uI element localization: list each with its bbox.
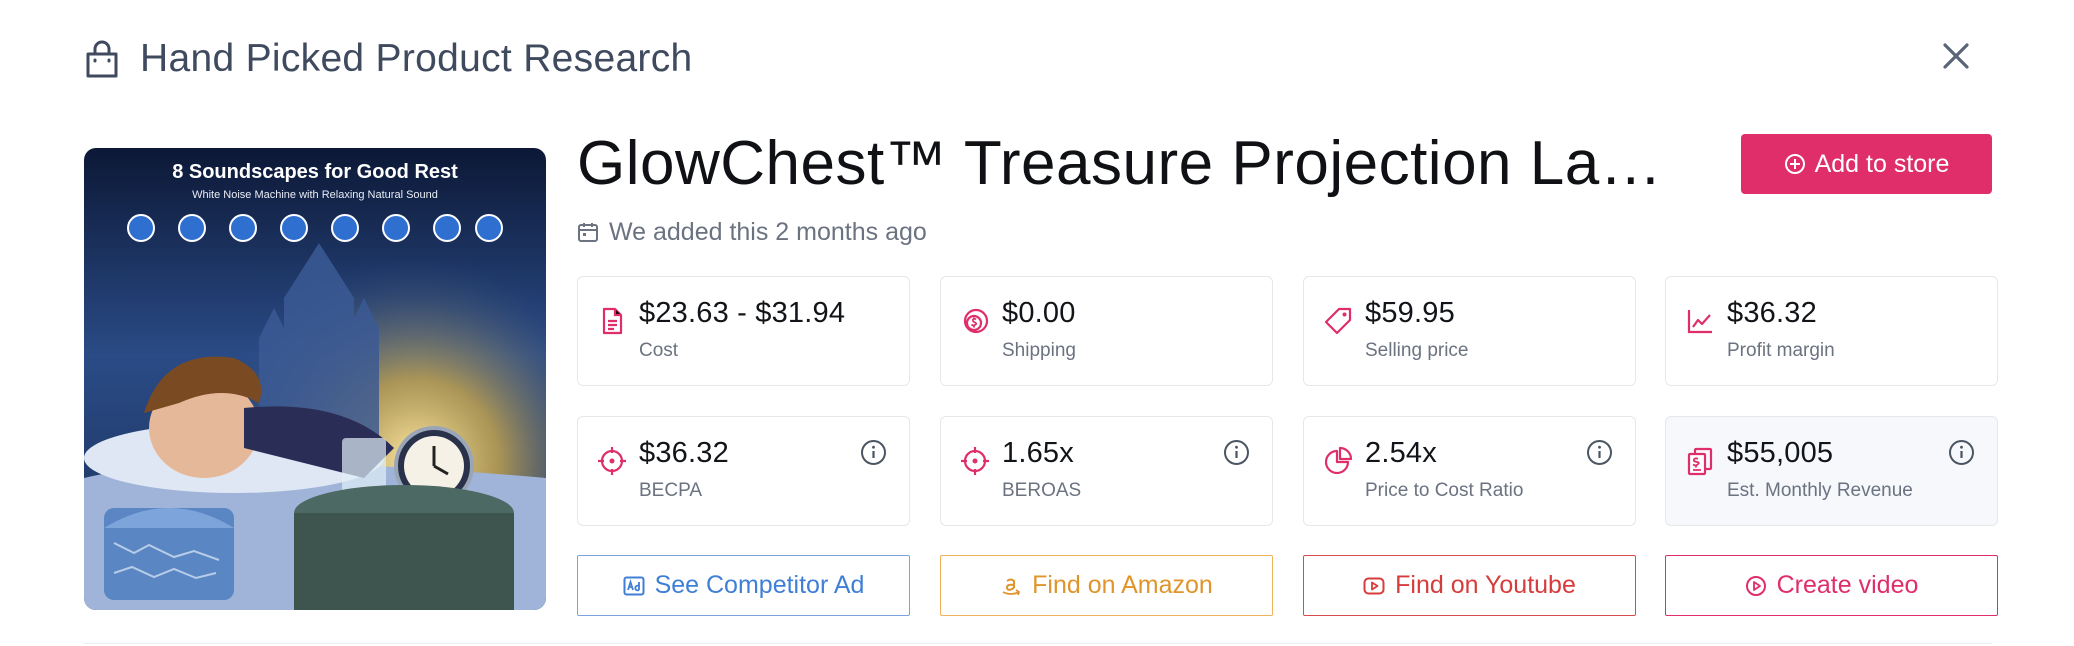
add-to-store-button[interactable]: Add to store bbox=[1741, 134, 1992, 194]
plus-circle-icon bbox=[1784, 154, 1805, 174]
metric-value: $59.95 bbox=[1365, 297, 1455, 329]
see-competitor-ad-button[interactable]: See Competitor Ad bbox=[577, 555, 910, 616]
metric-card-cost: $23.63 - $31.94 Cost bbox=[577, 276, 910, 386]
coins-icon bbox=[963, 308, 989, 334]
metric-value: $0.00 bbox=[1002, 297, 1076, 329]
metric-card-beroas: 1.65x BEROAS bbox=[940, 416, 1273, 526]
amazon-icon bbox=[1002, 578, 1021, 595]
product-title: GlowChest™ Treasure Projection Lam… bbox=[577, 129, 1667, 198]
metric-label: Profit margin bbox=[1727, 340, 1835, 361]
image-subheading: White Noise Machine with Relaxing Natura… bbox=[192, 189, 438, 201]
metric-label: Cost bbox=[639, 340, 679, 361]
info-icon[interactable] bbox=[1223, 439, 1250, 466]
info-icon[interactable] bbox=[1948, 439, 1975, 466]
find-on-youtube-button[interactable]: Find on Youtube bbox=[1303, 555, 1636, 616]
divider bbox=[84, 643, 1992, 644]
image-heading: 8 Soundscapes for Good Rest bbox=[172, 161, 458, 183]
added-date: We added this 2 months ago bbox=[577, 214, 927, 250]
pie-chart-icon bbox=[1324, 446, 1353, 475]
metric-value: $36.32 bbox=[1727, 297, 1817, 329]
product-image: 8 Soundscapes for Good Rest White Noise … bbox=[84, 148, 546, 610]
crosshair-icon bbox=[961, 447, 989, 475]
metric-value: 1.65x bbox=[1002, 437, 1074, 469]
create-video-button[interactable]: Create video bbox=[1665, 555, 1998, 616]
calendar-icon bbox=[578, 223, 598, 242]
metric-value: $23.63 - $31.94 bbox=[639, 297, 846, 329]
crosshair-icon bbox=[598, 447, 626, 475]
metric-label: BEROAS bbox=[1002, 480, 1082, 501]
play-circle-icon bbox=[1745, 575, 1766, 596]
revenue-icon bbox=[1687, 447, 1713, 476]
added-text: We added this 2 months ago bbox=[609, 217, 927, 246]
info-icon[interactable] bbox=[1586, 439, 1613, 466]
close-icon[interactable] bbox=[1936, 36, 1976, 76]
metric-value: $36.32 bbox=[639, 437, 729, 469]
trend-chart-icon bbox=[1687, 310, 1712, 334]
metric-label: Selling price bbox=[1365, 340, 1469, 361]
metric-card-monthly-revenue: $55,005 Est. Monthly Revenue bbox=[1665, 416, 1998, 526]
metric-label: Price to Cost Ratio bbox=[1365, 480, 1524, 501]
metric-card-profit-margin: $36.32 Profit margin bbox=[1665, 276, 1998, 386]
metric-label: BECPA bbox=[639, 480, 703, 501]
document-icon bbox=[602, 307, 623, 335]
metric-card-price-cost-ratio: 2.54x Price to Cost Ratio bbox=[1303, 416, 1636, 526]
youtube-icon bbox=[1363, 577, 1385, 594]
tag-icon bbox=[1324, 307, 1352, 335]
modal-header: Hand Picked Product Research bbox=[84, 34, 693, 84]
metric-card-selling-price: $59.95 Selling price bbox=[1303, 276, 1636, 386]
metric-card-becpa: $36.32 BECPA bbox=[577, 416, 910, 526]
find-on-amazon-button[interactable]: Find on Amazon bbox=[940, 555, 1273, 616]
metric-card-shipping: $0.00 Shipping bbox=[940, 276, 1273, 386]
metric-value: $55,005 bbox=[1727, 437, 1834, 469]
shopping-bag-icon bbox=[86, 40, 118, 78]
ad-icon bbox=[623, 576, 645, 595]
modal-title: Hand Picked Product Research bbox=[140, 37, 693, 80]
metric-label: Est. Monthly Revenue bbox=[1727, 480, 1913, 501]
metric-label: Shipping bbox=[1002, 340, 1076, 361]
info-icon[interactable] bbox=[860, 439, 887, 466]
metric-value: 2.54x bbox=[1365, 437, 1437, 469]
